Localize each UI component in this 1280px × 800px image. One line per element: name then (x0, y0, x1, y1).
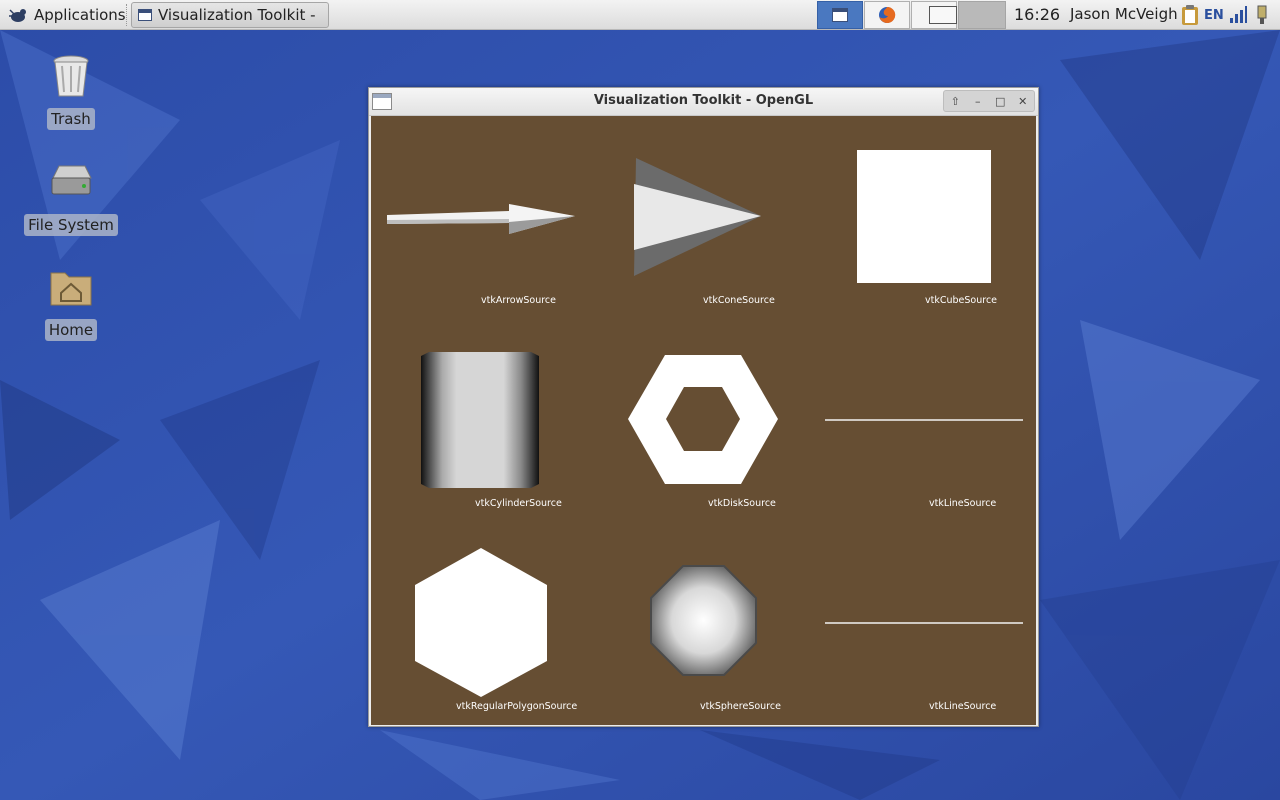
desktop-icon-home[interactable]: Home (23, 263, 119, 341)
firefox-icon (879, 6, 896, 23)
system-tray: EN (1180, 2, 1272, 28)
vtk-label: vtkLineSource (929, 498, 996, 509)
maximize-button[interactable]: □ (991, 95, 1009, 108)
home-folder-icon (50, 272, 92, 306)
vtk-cube-shape (857, 150, 991, 283)
drive-icon (51, 165, 92, 195)
network-signal-icon[interactable] (1228, 5, 1248, 25)
shade-button[interactable]: ⇧ (946, 95, 964, 108)
vtk-label: vtkCubeSource (925, 295, 997, 306)
desktop-icon-label: Trash (47, 108, 95, 130)
applications-menu[interactable]: Applications (4, 3, 130, 27)
power-plug-icon[interactable] (1252, 4, 1272, 26)
vtk-label: vtkConeSource (703, 295, 775, 306)
vtk-render-viewport[interactable]: vtkArrowSource vtkConeSource vtkCubeSour… (371, 116, 1036, 725)
keyboard-layout-indicator[interactable]: EN (1204, 8, 1224, 23)
vtk-label: vtkCylinderSource (475, 498, 562, 509)
window-icon (138, 9, 152, 21)
workspace-2[interactable] (864, 1, 910, 29)
workspace-4[interactable] (958, 1, 1006, 29)
minimize-button[interactable]: – (969, 95, 987, 108)
desktop-icon-label: Home (44, 319, 98, 341)
top-panel: Applications Visualization Toolkit - … 1… (0, 0, 1280, 30)
window-thumbnail (929, 6, 957, 24)
desktop-icon-label: File System (24, 214, 118, 236)
window-icon (832, 8, 848, 22)
vtk-label: vtkSphereSource (700, 701, 781, 712)
trash-icon (53, 55, 89, 97)
desktop-icon-file-system[interactable]: File System (23, 158, 119, 236)
applications-label: Applications (34, 6, 126, 24)
vtk-sphere-shape (650, 565, 757, 676)
window-controls: ⇧ – □ ✕ (943, 90, 1035, 112)
workspace-1[interactable] (817, 1, 863, 29)
window-title: Visualization Toolkit - OpenGL (593, 93, 814, 108)
vtk-window[interactable]: Visualization Toolkit - OpenGL ⇧ – □ ✕ v… (368, 87, 1039, 727)
close-button[interactable]: ✕ (1014, 95, 1032, 108)
taskbar-item-vtk[interactable]: Visualization Toolkit - … (131, 2, 329, 28)
vtk-label: vtkArrowSource (481, 295, 556, 306)
xfce-mouse-icon (9, 9, 26, 22)
clipboard-icon[interactable] (1180, 4, 1200, 26)
vtk-label: vtkDiskSource (708, 498, 776, 509)
taskbar-item-label: Visualization Toolkit - … (158, 6, 322, 24)
vtk-cylinder-shape (421, 352, 539, 488)
user-menu[interactable]: Jason McVeigh (1070, 5, 1178, 23)
vtk-label: vtkLineSource (929, 701, 996, 712)
workspace-3[interactable] (911, 1, 957, 29)
desktop-icon-trash[interactable]: Trash (23, 52, 119, 130)
panel-separator (126, 4, 129, 26)
vtk-label: vtkRegularPolygonSource (456, 701, 577, 712)
window-titlebar[interactable]: Visualization Toolkit - OpenGL ⇧ – □ ✕ (369, 88, 1038, 116)
clock[interactable]: 16:26 (1014, 5, 1060, 24)
